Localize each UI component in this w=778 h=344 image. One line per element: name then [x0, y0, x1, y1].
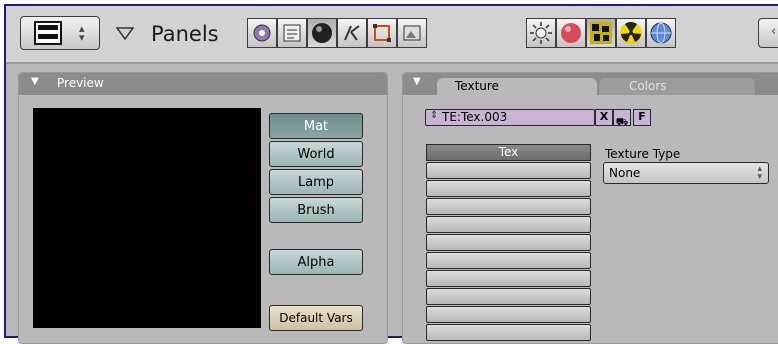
preview-world-button[interactable]: World	[269, 141, 363, 167]
texture-slot[interactable]	[426, 306, 591, 323]
alpha-button[interactable]: Alpha	[269, 249, 363, 275]
texture-slot[interactable]	[426, 324, 591, 341]
shading-context-button[interactable]	[307, 18, 337, 48]
fake-user-label: F	[638, 110, 646, 123]
texture-name-value: TE:Tex.003	[442, 110, 508, 124]
lamp-icon	[530, 22, 552, 44]
world-subcontext-button[interactable]	[646, 18, 676, 48]
tex-header: Tex	[426, 144, 591, 161]
panels-label: Panels	[151, 22, 219, 46]
preview-brush-button[interactable]: Brush	[269, 197, 363, 223]
logic-context-button[interactable]	[247, 18, 277, 48]
preview-lamp-button[interactable]: Lamp	[269, 169, 363, 195]
texture-type-value: None	[609, 166, 641, 180]
tex-header-label: Tex	[498, 145, 519, 159]
logic-icon	[253, 24, 271, 42]
preview-mat-button[interactable]: Mat	[269, 113, 363, 139]
arrow-left-icon: ‹	[771, 24, 777, 39]
header-overflow-button[interactable]: ‹	[758, 18, 778, 48]
updown-arrows-icon: ▴ ▾	[79, 22, 85, 44]
object-context-button[interactable]	[337, 18, 367, 48]
car-icon: ⛟	[615, 117, 629, 128]
buttons-window-icon	[34, 21, 62, 45]
preview-panel-header[interactable]: ▼ Preview	[19, 73, 387, 95]
browse-arrows-icon[interactable]: ⇕	[430, 110, 438, 121]
default-vars-button[interactable]: Default Vars	[269, 305, 363, 331]
collapse-triangle-icon: ▼	[413, 76, 421, 87]
texture-slot[interactable]	[426, 234, 591, 251]
collapse-triangle-icon: ▼	[31, 76, 39, 87]
radiosity-icon	[620, 22, 642, 44]
editing-icon	[373, 24, 391, 42]
material-icon	[561, 23, 581, 43]
collapse-menu-icon[interactable]	[116, 27, 134, 41]
texture-slot[interactable]	[426, 162, 591, 179]
fake-user-car-button[interactable]: ⛟	[613, 109, 631, 128]
texture-slot[interactable]	[426, 288, 591, 305]
world-icon	[650, 22, 672, 44]
tab-colors[interactable]: Colors	[599, 78, 755, 95]
preview-panel-title: Preview	[57, 76, 104, 90]
script-context-button[interactable]	[277, 18, 307, 48]
buttons-window: ▴ ▾ Panels ‹ ▼ Preview Mat World Lamp Br…	[4, 4, 778, 344]
window-type-button[interactable]: ▴ ▾	[20, 16, 100, 50]
tab-texture[interactable]: Texture	[437, 78, 597, 95]
buttons-header: ▴ ▾ Panels ‹	[6, 6, 778, 64]
lamp-subcontext-button[interactable]	[526, 18, 556, 48]
editing-context-button[interactable]	[367, 18, 397, 48]
shading-icon	[312, 23, 332, 43]
fake-user-button[interactable]: F	[633, 109, 651, 126]
material-subcontext-button[interactable]	[556, 18, 586, 48]
texture-icon	[590, 22, 612, 44]
scene-icon	[403, 25, 421, 41]
scene-context-button[interactable]	[397, 18, 427, 48]
object-icon	[344, 25, 360, 41]
script-icon	[283, 24, 301, 42]
texture-subcontext-button[interactable]	[586, 18, 616, 48]
texture-slot[interactable]	[426, 270, 591, 287]
texture-slot[interactable]	[426, 252, 591, 269]
texture-slot[interactable]	[426, 216, 591, 233]
tab-colors-label: Colors	[629, 79, 667, 93]
tab-texture-label: Texture	[455, 79, 499, 93]
unlink-texture-button[interactable]: X	[595, 109, 613, 126]
texture-slot[interactable]	[426, 180, 591, 197]
texture-panel-tabbar: ▼ Texture Colors	[403, 73, 778, 95]
texture-panel: ▼ Texture Colors ⇕ TE:Tex.003 X ⛟ F Tex	[402, 72, 778, 344]
updown-arrows-icon: ▴ ▾	[757, 164, 762, 182]
texture-name-field[interactable]: ⇕ TE:Tex.003	[425, 109, 595, 126]
radiosity-subcontext-button[interactable]	[616, 18, 646, 48]
preview-panel: ▼ Preview Mat World Lamp Brush Alpha Def…	[18, 72, 388, 344]
unlink-label: X	[599, 110, 609, 123]
texture-type-select[interactable]: None ▴ ▾	[603, 162, 769, 184]
texture-type-label: Texture Type	[605, 147, 681, 161]
texture-slot[interactable]	[426, 198, 591, 215]
preview-render	[33, 108, 261, 328]
